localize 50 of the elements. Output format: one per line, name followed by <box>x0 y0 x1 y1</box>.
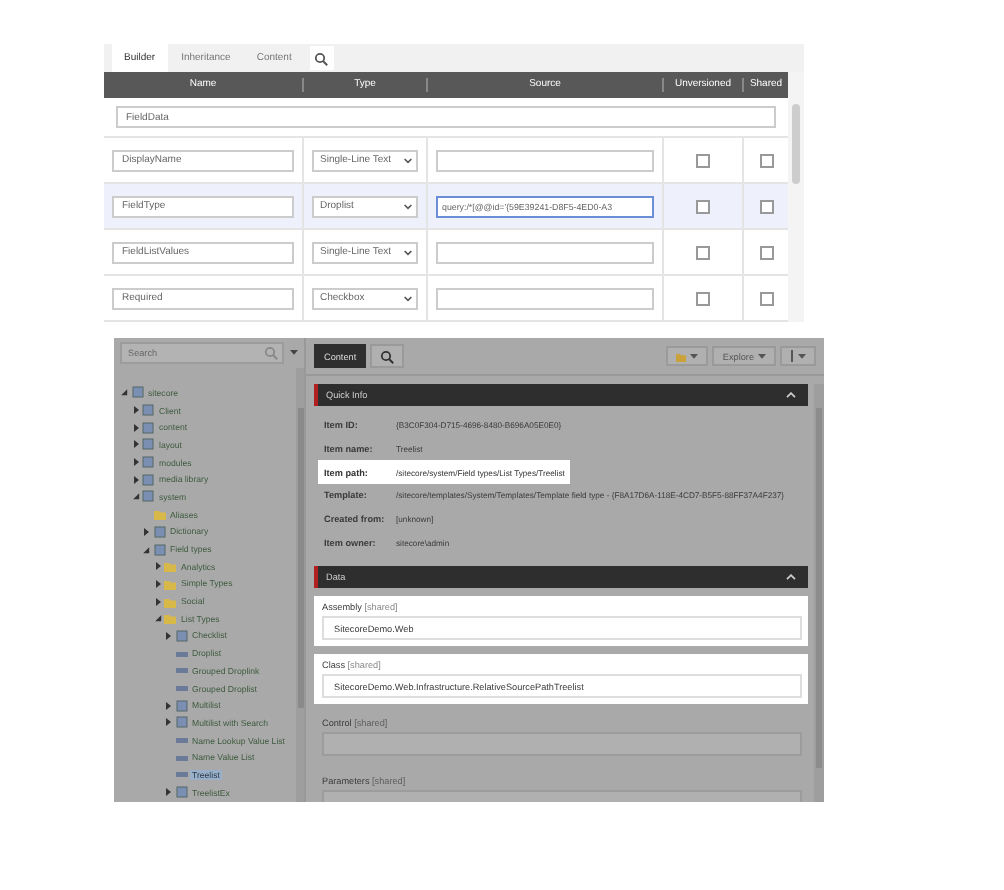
collapsed-arrow-icon[interactable] <box>131 423 139 432</box>
source-field[interactable] <box>436 287 654 309</box>
collapsed-arrow-icon[interactable] <box>164 718 172 727</box>
search-icon <box>380 349 395 363</box>
checkbox[interactable] <box>759 199 773 213</box>
checkbox[interactable] <box>696 153 710 167</box>
collapsed-arrow-icon[interactable] <box>153 579 161 588</box>
checkbox[interactable] <box>696 291 710 305</box>
search-button[interactable] <box>309 46 334 70</box>
search-icon <box>264 346 278 360</box>
collapsed-arrow-icon[interactable] <box>153 597 161 606</box>
caret-down-icon <box>758 353 766 359</box>
scrollbar[interactable] <box>814 384 824 802</box>
source-field[interactable] <box>436 149 654 171</box>
collapsed-arrow-icon[interactable] <box>131 440 139 449</box>
caret-down-icon <box>690 353 699 359</box>
collapse-icon[interactable] <box>786 392 796 398</box>
search-icon <box>314 51 329 65</box>
expanded-arrow-icon[interactable] <box>142 545 150 554</box>
collapsed-arrow-icon[interactable] <box>131 406 139 415</box>
collapse-icon[interactable] <box>786 574 796 581</box>
expanded-arrow-icon[interactable] <box>131 492 139 501</box>
checkbox[interactable] <box>759 153 773 167</box>
collapsed-arrow-icon[interactable] <box>131 458 139 467</box>
item-icon <box>175 786 187 799</box>
collapsed-arrow-icon[interactable] <box>142 527 150 536</box>
chevron-down-icon <box>404 203 412 209</box>
checkbox[interactable] <box>696 245 710 259</box>
scrollbar[interactable] <box>788 72 804 322</box>
chevron-down-icon <box>404 295 412 301</box>
checkbox[interactable] <box>759 245 773 259</box>
collapsed-arrow-icon[interactable] <box>164 788 172 797</box>
item-icon <box>175 629 187 642</box>
expanded-arrow-icon[interactable] <box>120 388 128 397</box>
checkbox[interactable] <box>759 291 773 305</box>
folder-icon <box>153 508 165 521</box>
source-field[interactable] <box>436 241 654 263</box>
checkbox[interactable] <box>696 199 710 213</box>
collapsed-arrow-icon[interactable] <box>131 475 139 484</box>
more-button[interactable] <box>780 346 816 366</box>
folder-icon <box>676 351 687 361</box>
caret-down-icon <box>798 353 806 359</box>
chevron-down-icon <box>404 157 412 163</box>
collapsed-arrow-icon[interactable] <box>164 631 172 640</box>
caret-down-icon[interactable] <box>290 350 298 356</box>
collapsed-arrow-icon[interactable] <box>164 701 172 710</box>
expanded-arrow-icon[interactable] <box>153 614 161 623</box>
chevron-down-icon <box>404 249 412 255</box>
search-button[interactable] <box>370 344 405 368</box>
collapsed-arrow-icon[interactable] <box>153 562 161 571</box>
